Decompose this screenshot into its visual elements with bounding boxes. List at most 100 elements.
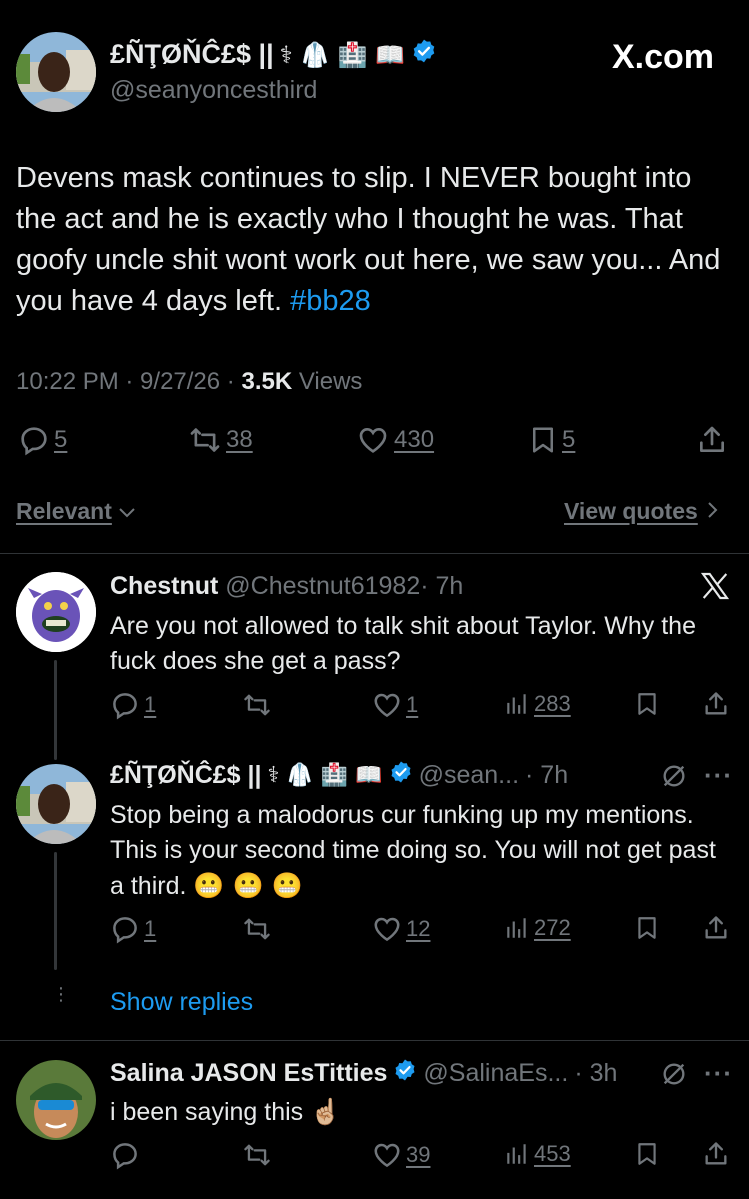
grok-icon[interactable] (660, 1060, 688, 1093)
heart-icon (372, 1140, 402, 1170)
more-options-icon[interactable]: ··· (704, 760, 733, 791)
reply-like-button[interactable]: 39 (372, 1140, 430, 1170)
heart-icon (372, 914, 402, 944)
reply-avatar[interactable] (16, 1060, 96, 1140)
repost-count: 38 (226, 426, 253, 453)
bookmark-icon (634, 1140, 660, 1168)
grimace-emojis: 😬 😬 😬 (193, 871, 303, 900)
name-emojis: ⚕ 🥼 🏥 📖 (267, 763, 383, 788)
reply-header: Salina JASON EsTitties @SalinaEs... · 3h (110, 1058, 617, 1089)
share-icon (702, 914, 730, 942)
reply-reply-count: 1 (144, 916, 157, 941)
reply-name[interactable]: £ÑŢØŇĈ£$ || (110, 761, 262, 790)
reply-share-button[interactable] (702, 690, 730, 718)
reply-avatar[interactable] (16, 764, 96, 844)
author-display-name[interactable]: £ÑŢØŇĈ£$ || (110, 39, 274, 70)
thread-line (54, 660, 57, 760)
reply-like-button[interactable]: 1 (372, 690, 418, 720)
reply-text: Are you not allowed to talk shit about T… (110, 612, 696, 675)
bookmark-button[interactable]: 5 (528, 424, 575, 456)
author-avatar[interactable] (16, 32, 96, 112)
reply-share-button[interactable] (702, 1140, 730, 1168)
reply-repost-button[interactable] (242, 914, 276, 944)
name-emojis: ⚕ 🥼 🏥 📖 (279, 40, 406, 69)
reply-views-count: 283 (534, 691, 571, 716)
bookmark-icon (634, 690, 660, 718)
reply-handle[interactable]: @SalinaEs... (423, 1059, 568, 1088)
tweet-meta: 10:22 PM · 9/27/26 · 3.5K Views (16, 368, 362, 396)
heart-icon (356, 424, 390, 456)
reply-count: 5 (54, 426, 68, 453)
verified-badge-icon (393, 1058, 417, 1089)
views-label: Views (298, 368, 363, 395)
verified-badge-icon (411, 38, 437, 71)
bar-chart-icon (504, 690, 530, 718)
reply-views-count: 272 (534, 915, 571, 940)
heart-icon (372, 690, 402, 720)
show-replies-link[interactable]: Show replies (110, 988, 253, 1017)
reply-bookmark-button[interactable] (634, 1140, 660, 1168)
reply-text: i been saying this ☝🏼 (110, 1094, 730, 1130)
reply-button[interactable]: 5 (18, 424, 67, 456)
sort-relevant-label: Relevant (16, 498, 112, 524)
reply-icon (18, 424, 50, 456)
sort-relevant-dropdown[interactable]: Relevant (16, 498, 136, 525)
tweet-text: Devens mask continues to slip. I NEVER b… (16, 158, 736, 322)
reply-name[interactable]: Chestnut (110, 572, 218, 600)
reply-repost-button[interactable] (242, 690, 276, 720)
reply-time[interactable]: · 7h (420, 572, 463, 600)
x-logo-icon (698, 570, 732, 607)
share-button[interactable] (696, 424, 728, 456)
like-count: 430 (394, 426, 435, 453)
reply-header: £ÑŢØŇĈ£$ || ⚕ 🥼 🏥 📖 @sean... · 7h (110, 760, 568, 791)
reply-like-count: 1 (406, 692, 419, 717)
grok-icon[interactable] (660, 762, 688, 795)
more-dots-icon: ⋮ (52, 984, 70, 1004)
reply-like-button[interactable]: 12 (372, 914, 430, 944)
brand-label: X.com (612, 38, 715, 76)
reply-name[interactable]: Salina JASON EsTitties (110, 1059, 387, 1088)
bookmark-count: 5 (562, 426, 576, 453)
reply-time[interactable]: · 3h (574, 1059, 617, 1088)
repost-icon (242, 914, 272, 944)
bar-chart-icon (504, 1140, 530, 1168)
tweet-time[interactable]: 10:22 PM · 9/27/26 · (16, 368, 235, 395)
reply-views-count: 453 (534, 1141, 571, 1166)
hashtag-link[interactable]: #bb28 (290, 285, 371, 317)
views-count: 3.5K (241, 368, 293, 395)
repost-button[interactable]: 38 (188, 424, 253, 456)
repost-icon (188, 424, 222, 456)
repost-icon (242, 1140, 272, 1170)
reply-avatar[interactable] (16, 572, 96, 652)
share-icon (702, 1140, 730, 1168)
bookmark-icon (528, 424, 558, 456)
reply-handle[interactable]: @Chestnut61982 (225, 572, 420, 600)
reply-handle[interactable]: @sean... (419, 761, 519, 790)
more-options-icon[interactable]: ··· (704, 1058, 733, 1089)
share-icon (702, 690, 730, 718)
reply-body: i been saying this (110, 1098, 304, 1126)
reply-header: Chestnut @Chestnut61982· 7h (110, 572, 463, 601)
reply-reply-button[interactable]: 1 (110, 914, 156, 944)
share-icon (696, 424, 728, 456)
reply-bookmark-button[interactable] (634, 690, 660, 718)
reply-icon (110, 690, 140, 720)
reply-time[interactable]: · 7h (525, 761, 568, 790)
like-button[interactable]: 430 (356, 424, 434, 456)
reply-share-button[interactable] (702, 914, 730, 942)
reply-repost-button[interactable] (242, 1140, 276, 1170)
reply-views-button[interactable]: 453 (504, 1140, 571, 1168)
chevron-right-icon (706, 498, 718, 525)
bar-chart-icon (504, 914, 530, 942)
reply-reply-button[interactable]: 1 (110, 690, 156, 720)
author-handle[interactable]: @seanyoncesthird (110, 76, 317, 105)
reply-views-button[interactable]: 283 (504, 690, 571, 718)
reply-like-count: 39 (406, 1142, 431, 1167)
view-quotes-link[interactable]: View quotes (564, 498, 718, 525)
pointing-up-emoji: ☝🏼 (310, 1097, 342, 1126)
reply-views-button[interactable]: 272 (504, 914, 571, 942)
reply-bookmark-button[interactable] (634, 914, 660, 942)
chevron-down-icon (118, 498, 136, 525)
divider (0, 553, 749, 554)
reply-reply-button[interactable] (110, 1140, 144, 1170)
